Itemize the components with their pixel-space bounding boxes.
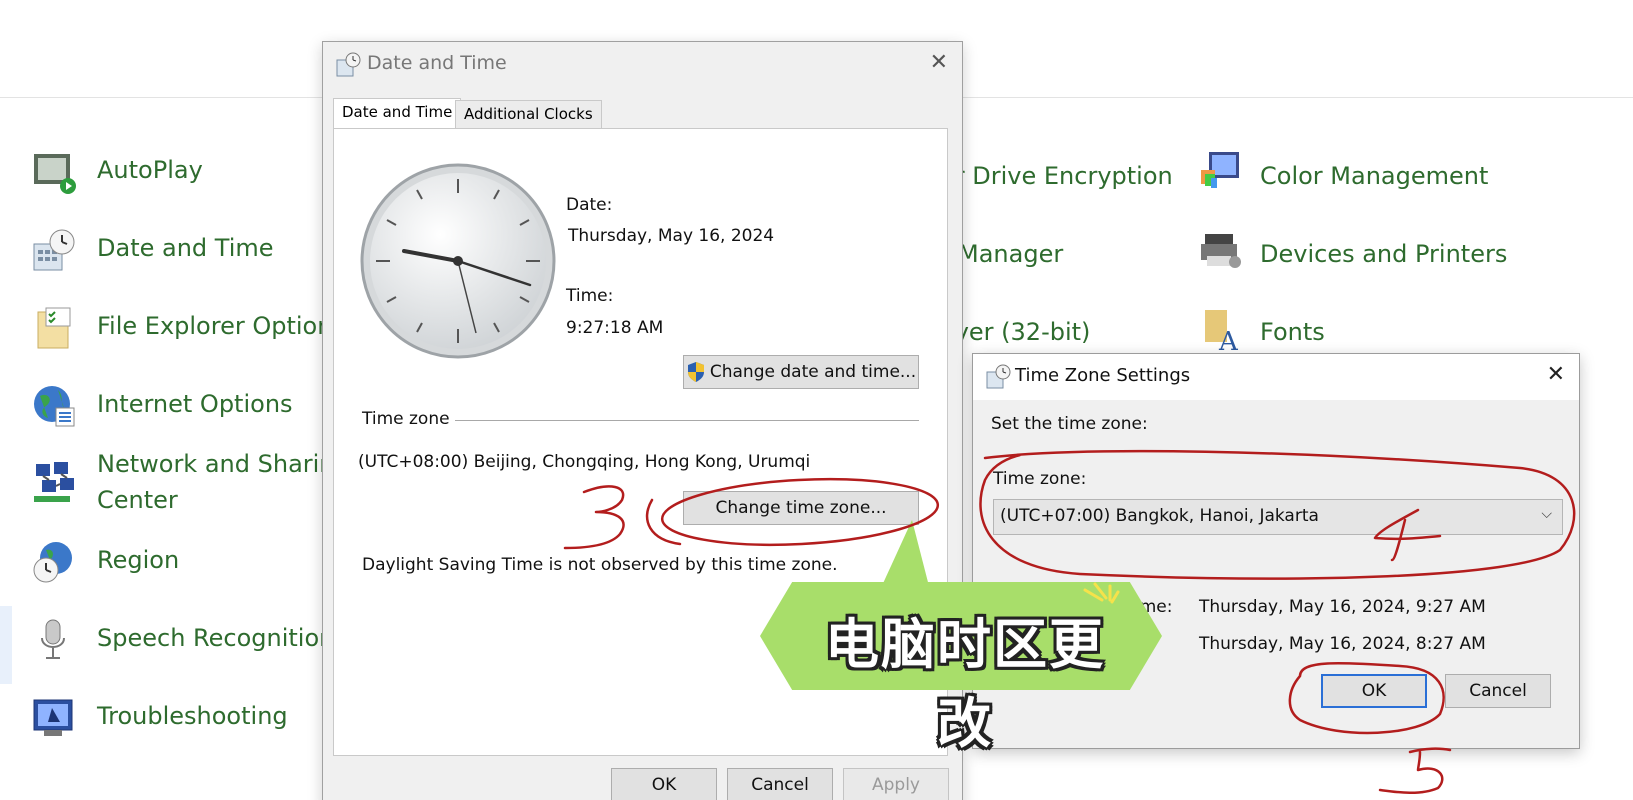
date-time-dialog-icon [336, 52, 361, 77]
color-management-icon [1201, 152, 1239, 188]
autoplay-icon [34, 154, 76, 194]
troubleshooting-icon [33, 699, 73, 736]
control-panel-item-label-line2: Center [97, 486, 178, 514]
control-panel-item-6[interactable]: Speech Recognition [30, 616, 334, 672]
close-icon[interactable]: ✕ [1547, 362, 1565, 387]
control-panel-item-label: Network and Sharing [97, 450, 350, 478]
change-date-time-label: Change date and time... [709, 362, 917, 382]
cancel-button[interactable]: Cancel [1445, 674, 1551, 708]
control-panel-item-label: Date and Time [97, 234, 274, 262]
date-value: Thursday, May 16, 2024 [568, 226, 775, 246]
analog-clock-icon [360, 163, 556, 359]
calendar-clock-icon [33, 229, 75, 271]
control-panel-item-label: Troubleshooting [97, 702, 288, 730]
control-panel-item-label: AutoPlay [97, 156, 203, 184]
fonts-label: Fonts [1260, 318, 1325, 346]
control-panel-item-label: Internet Options [97, 390, 293, 418]
device-manager-partial-label: Manager [958, 240, 1064, 268]
apply-button[interactable]: Apply [843, 768, 949, 800]
printer-icon [1201, 234, 1241, 268]
time-zone-dialog-title: Time Zone Settings [1015, 365, 1191, 386]
time-zone-value: (UTC+08:00) Beijing, Chongqing, Hong Kon… [358, 452, 811, 472]
section-divider [455, 420, 919, 421]
control-panel-item-5[interactable]: Region [30, 538, 320, 594]
time-zone-selected-value: (UTC+07:00) Bangkok, Hanoi, Jakarta [1000, 506, 1319, 526]
date-time-dialog-title: Date and Time [367, 52, 507, 74]
bitlocker-partial-label: er Drive Encryption [940, 162, 1173, 190]
tab-date-and-time[interactable]: Date and Time [333, 98, 462, 128]
control-panel-item-label: Region [97, 546, 180, 574]
cancel-button[interactable]: Cancel [727, 768, 833, 800]
sparkle-icon [1083, 582, 1120, 604]
control-panel-item-label: File Explorer Options [97, 312, 345, 340]
folder-options-icon [37, 307, 71, 349]
network-icon [34, 462, 74, 502]
time-zone-dialog-icon [986, 364, 1011, 389]
time-label: Time: [566, 286, 614, 306]
microphone-icon [41, 619, 65, 659]
dst-note: Daylight Saving Time is not observed by … [362, 555, 838, 575]
devices-printers-label: Devices and Printers [1260, 240, 1508, 268]
time-zone-section-label: Time zone [362, 409, 450, 429]
new-time-value: Thursday, May 16, 2024, 8:27 AM [1199, 634, 1486, 654]
control-panel-item-2[interactable]: File Explorer Options [30, 304, 345, 360]
step-5-mark [1378, 747, 1452, 794]
control-panel-item-7[interactable]: Troubleshooting [30, 694, 320, 750]
control-panel-item-fonts[interactable]: A Fonts [1197, 304, 1517, 360]
time-zone-select[interactable]: (UTC+07:00) Bangkok, Hanoi, Jakarta ⌵ [993, 499, 1563, 535]
time-value: 9:27:18 AM [566, 318, 664, 338]
control-panel-item-color-management[interactable]: Color Management [1197, 148, 1517, 204]
fonts-icon: A [1205, 310, 1239, 352]
svg-text:A: A [1218, 327, 1239, 352]
control-panel-item-label: Speech Recognition [97, 624, 335, 652]
region-clock-icon [33, 542, 72, 583]
uac-shield-icon [687, 362, 704, 382]
selection-highlight [0, 606, 12, 684]
chevron-down-icon: ⌵ [1541, 506, 1552, 522]
set-time-zone-label: Set the time zone: [991, 414, 1148, 434]
control-panel-item-4[interactable]: Network and Sharing Center [30, 442, 350, 522]
time-zone-field-label: Time zone: [993, 469, 1087, 489]
current-time-value: Thursday, May 16, 2024, 9:27 AM [1199, 597, 1486, 617]
close-icon[interactable]: ✕ [930, 50, 948, 75]
control-panel-item-devices-printers[interactable]: Devices and Printers [1197, 226, 1517, 282]
tab-additional-clocks[interactable]: Additional Clocks [455, 100, 602, 128]
speech-tail-shape [880, 520, 930, 590]
change-date-time-button[interactable]: Change date and time... [683, 355, 919, 389]
date-label: Date: [566, 195, 613, 215]
ok-button[interactable]: OK [1321, 674, 1427, 708]
control-panel-item-0[interactable]: AutoPlay [30, 148, 320, 204]
control-panel-item-3[interactable]: Internet Options [30, 382, 320, 438]
ok-button[interactable]: OK [611, 768, 717, 800]
control-panel-item-1[interactable]: Date and Time [30, 226, 320, 282]
globe-icon [34, 386, 75, 427]
color-management-label: Color Management [1260, 162, 1489, 190]
